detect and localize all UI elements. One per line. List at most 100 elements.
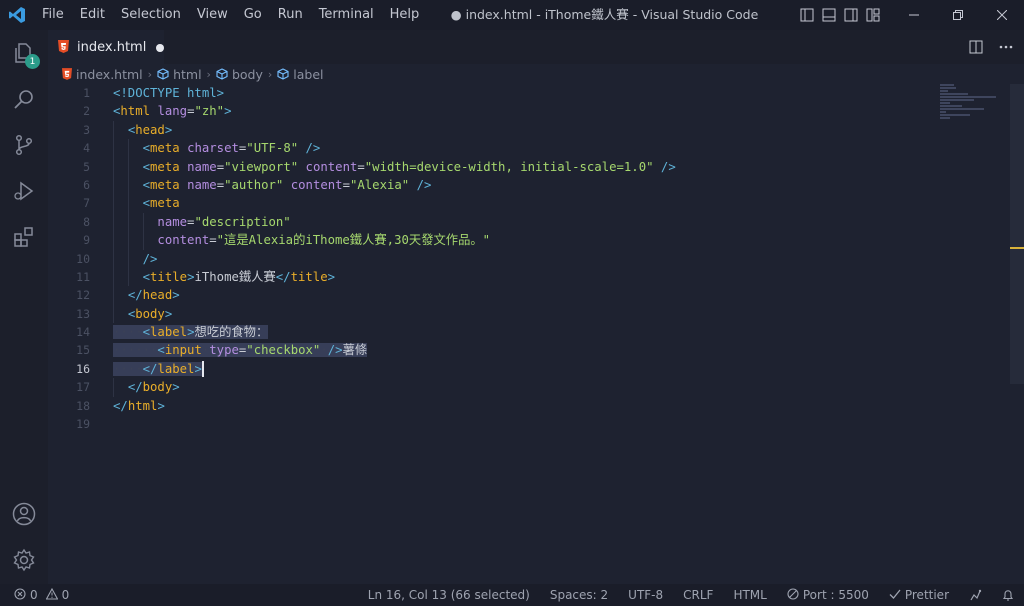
line-number: 5 [83, 159, 90, 174]
search-icon[interactable] [0, 76, 48, 122]
code-line: <!DOCTYPE html> [113, 84, 984, 102]
error-count: 0 [30, 588, 38, 602]
warning-icon [45, 587, 59, 603]
attr-value: "UTF-8" [246, 141, 299, 156]
tab-index-html[interactable]: index.html [48, 30, 164, 64]
attr-name: content [290, 177, 343, 192]
code-line: <meta name="author" content="Alexia" /> [113, 175, 984, 195]
menu-edit[interactable]: Edit [72, 0, 113, 30]
line-number: 14 [76, 325, 90, 340]
menu-terminal[interactable]: Terminal [311, 0, 382, 30]
attr-value: "Alexia" [349, 177, 410, 192]
breadcrumb-body[interactable]: body [216, 67, 263, 82]
symbol-element-icon [277, 68, 289, 80]
file-encoding[interactable]: UTF-8 [628, 588, 663, 602]
menu-help[interactable]: Help [382, 0, 428, 30]
html5-file-icon [58, 38, 69, 57]
explorer-badge: 1 [25, 54, 40, 69]
source-control-icon[interactable] [0, 122, 48, 168]
settings-gear-icon[interactable] [0, 537, 48, 583]
tag-name: input [164, 343, 202, 358]
tag-name: meta [150, 196, 180, 211]
close-icon[interactable] [980, 0, 1024, 30]
extensions-icon[interactable] [0, 214, 48, 260]
attr-name: content [157, 233, 210, 248]
customize-layout-icon[interactable] [862, 0, 884, 30]
tag-name: head [142, 288, 173, 303]
run-debug-icon[interactable] [0, 168, 48, 214]
breadcrumb-file[interactable]: index.html [62, 67, 143, 82]
symbol-element-icon [157, 68, 169, 80]
attr-name: name [157, 214, 188, 229]
breadcrumb-html[interactable]: html [157, 67, 202, 82]
vertical-scrollbar[interactable] [1010, 84, 1024, 384]
error-icon [14, 587, 26, 603]
toggle-secondary-sidebar-icon[interactable] [840, 0, 862, 30]
line-number: 6 [83, 177, 90, 192]
tag-name: html [127, 398, 158, 413]
line-number: 1 [83, 86, 90, 100]
breadcrumb: index.html › html › body › label [48, 64, 1024, 84]
tag-name: title [150, 269, 188, 284]
tag-name: meta [150, 177, 180, 192]
attr-name: charset [187, 141, 239, 156]
tag-name: meta [150, 141, 180, 156]
restore-icon[interactable] [936, 0, 980, 30]
cursor-position[interactable]: Ln 16, Col 13 (66 selected) [368, 588, 530, 602]
line-number: 13 [76, 306, 90, 321]
line-number: 7 [83, 196, 90, 211]
tag-name: label [150, 325, 188, 340]
minimize-icon[interactable] [892, 0, 936, 30]
tag-name: title [290, 269, 328, 284]
line-number: 15 [76, 343, 90, 358]
line-number: 9 [83, 233, 90, 248]
feedback-icon[interactable] [969, 589, 982, 602]
menu-go[interactable]: Go [236, 0, 270, 30]
language-mode[interactable]: HTML [733, 588, 766, 602]
code-line: <html lang="zh"> [113, 104, 232, 119]
unsaved-dot-icon[interactable] [156, 43, 164, 52]
breadcrumb-label[interactable]: label [277, 67, 324, 82]
code-content[interactable]: <!DOCTYPE html> <html lang="zh"> <head> … [113, 84, 984, 433]
code-line: <body> [113, 304, 984, 324]
line-number: 10 [76, 251, 90, 266]
chevron-right-icon: › [267, 67, 273, 81]
chevron-right-icon: › [147, 67, 153, 81]
menu-run[interactable]: Run [270, 0, 311, 30]
tag-name: meta [150, 159, 180, 174]
attr-value: "description" [194, 214, 291, 229]
menu-view[interactable]: View [189, 0, 236, 30]
indentation[interactable]: Spaces: 2 [550, 588, 608, 602]
live-server-port[interactable]: Port : 5500 [787, 587, 869, 603]
line-number: 4 [83, 141, 90, 156]
tag-name: label [157, 361, 195, 376]
doctype: <!DOCTYPE html> [113, 86, 225, 100]
code-line: <meta name="viewport" content="width=dev… [113, 157, 984, 176]
menu-selection[interactable]: Selection [113, 0, 189, 30]
attr-value: "這是Alexia的iThome鐵人賽,30天發文作品。" [216, 233, 491, 248]
code-editor[interactable]: 1 2 3 4 5 6 7 8 9 10 11 12 13 14 15 16 1… [48, 84, 1024, 584]
toggle-panel-icon[interactable] [818, 0, 840, 30]
activity-bar: 1 [0, 30, 48, 584]
attr-value: "zh" [194, 104, 225, 119]
vscode-logo-icon [0, 0, 34, 30]
line-number: 12 [76, 288, 90, 303]
problems-indicator[interactable]: 0 0 [14, 587, 69, 603]
minimap[interactable] [940, 84, 1010, 124]
explorer-icon[interactable]: 1 [0, 30, 48, 76]
split-editor-icon[interactable] [966, 37, 986, 57]
accounts-icon[interactable] [0, 491, 48, 537]
more-actions-icon[interactable] [996, 37, 1016, 57]
end-of-line[interactable]: CRLF [683, 588, 713, 602]
text-cursor [201, 361, 204, 378]
code-line: </head> [113, 286, 984, 305]
status-bar: 0 0 Ln 16, Col 13 (66 selected) Spaces: … [0, 584, 1024, 606]
notifications-bell-icon[interactable] [1002, 589, 1014, 602]
toggle-sidebar-icon[interactable] [796, 0, 818, 30]
no-entry-icon [787, 587, 799, 603]
line-number: 19 [76, 417, 90, 432]
prettier-status[interactable]: Prettier [889, 588, 949, 603]
menu-file[interactable]: File [34, 0, 72, 30]
title-bar: File Edit Selection View Go Run Terminal… [0, 0, 1024, 30]
html5-file-icon [62, 68, 72, 80]
